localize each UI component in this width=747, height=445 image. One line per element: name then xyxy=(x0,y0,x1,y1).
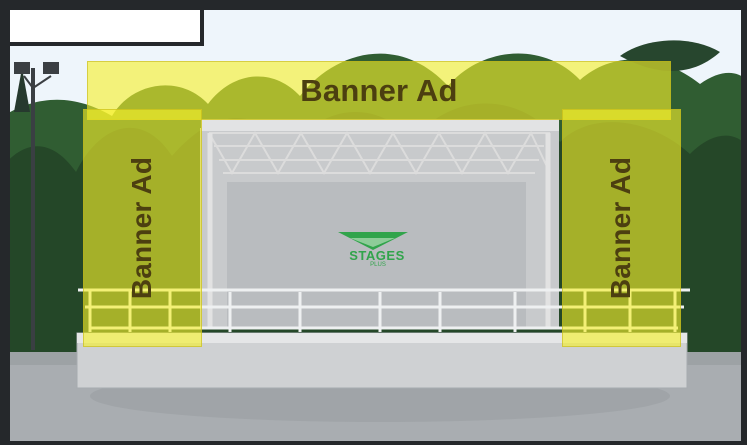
stage-logo-subtext: PLUS xyxy=(370,262,386,268)
right-frame-border xyxy=(741,0,747,445)
scene-frame: Banner Ad Banner Ad Banner Ad STAGES PLU… xyxy=(0,0,747,445)
right-banner-label: Banner Ad xyxy=(605,156,637,300)
left-banner-label: Banner Ad xyxy=(126,156,158,300)
left-frame-border xyxy=(0,0,10,445)
right-banner-ad: Banner Ad xyxy=(562,109,681,347)
left-banner-ad: Banner Ad xyxy=(83,109,202,347)
top-frame-border xyxy=(0,0,747,10)
bottom-frame-border xyxy=(0,441,747,445)
stage-logo-name: STAGES xyxy=(349,248,405,263)
